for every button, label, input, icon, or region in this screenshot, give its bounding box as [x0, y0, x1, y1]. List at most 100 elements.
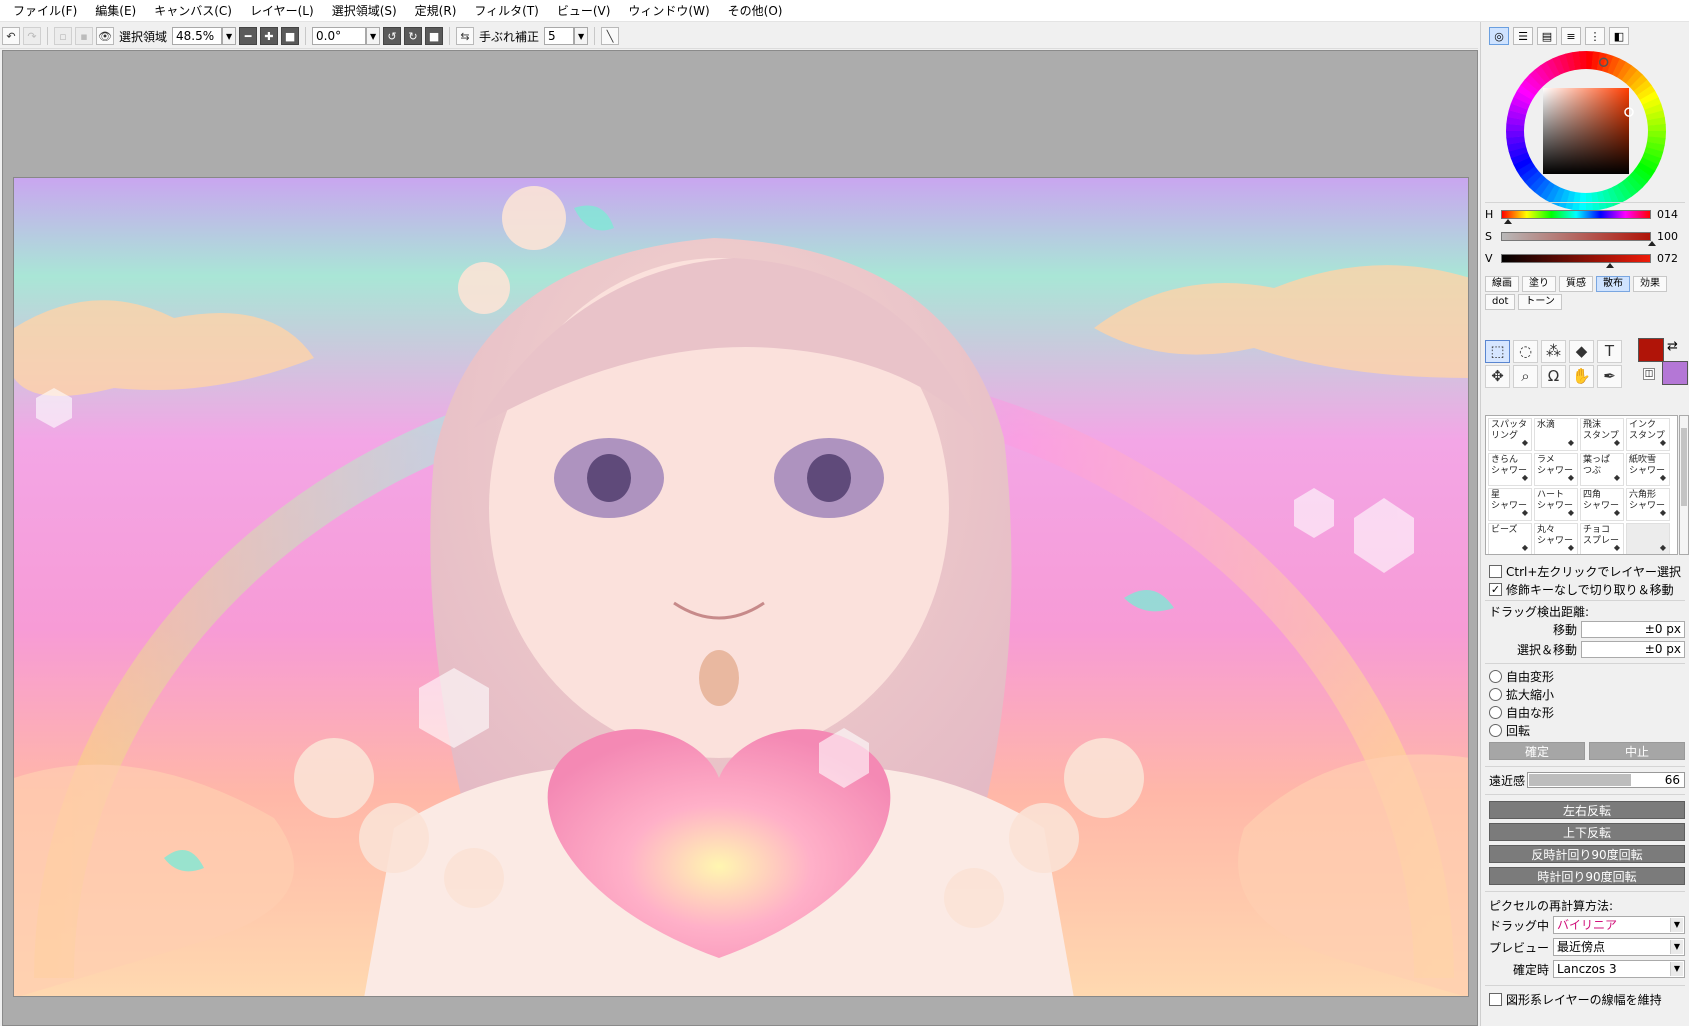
rect-select-tool[interactable]: ⬚: [1485, 340, 1510, 363]
zoom-tool[interactable]: ⌕: [1513, 365, 1538, 388]
brush-item[interactable]: 紙吹雪 シャワー: [1626, 453, 1670, 486]
preview-resample-select[interactable]: 最近傍点 ▼: [1553, 938, 1685, 956]
brush-item[interactable]: ビーズ: [1488, 523, 1532, 554]
brush-tab-effect[interactable]: 効果: [1633, 276, 1667, 292]
zoom-dropdown[interactable]: ▼: [222, 27, 237, 45]
brush-scrollbar[interactable]: [1679, 415, 1689, 555]
brush-item[interactable]: スパッタ リング: [1488, 418, 1532, 451]
menu-window[interactable]: ウィンドウ(W): [619, 0, 718, 22]
brush-item[interactable]: チョコ スプレー: [1580, 523, 1624, 554]
menu-edit[interactable]: 編集(E): [86, 0, 145, 22]
brush-item[interactable]: 丸々 シャワー: [1534, 523, 1578, 554]
color-wheel[interactable]: [1501, 46, 1671, 216]
scale-option[interactable]: 拡大縮小: [1489, 686, 1554, 703]
rotation-dropdown[interactable]: ▼: [366, 27, 381, 45]
brush-tab-dot[interactable]: dot: [1485, 294, 1516, 310]
flip-horizontal-button[interactable]: 左右反転: [1489, 801, 1685, 819]
modifier-checkbox[interactable]: ✓: [1489, 583, 1502, 596]
brush-tab-tone[interactable]: トーン: [1518, 294, 1562, 310]
zoom-field[interactable]: 48.5%: [172, 27, 223, 45]
dragging-resample-select[interactable]: バイリニア ▼: [1553, 916, 1685, 934]
rotate-option[interactable]: 回転: [1489, 722, 1530, 739]
hue-value[interactable]: 014: [1657, 208, 1678, 221]
menu-other[interactable]: その他(O): [719, 0, 792, 22]
color-wheel-tab[interactable]: ◎: [1489, 27, 1509, 45]
value-value[interactable]: 072: [1657, 252, 1678, 265]
scale-radio[interactable]: [1489, 688, 1502, 701]
menu-filter[interactable]: フィルタ(T): [465, 0, 547, 22]
perspective-slider[interactable]: 66: [1527, 772, 1685, 788]
saturation-value[interactable]: 100: [1657, 230, 1678, 243]
menu-ruler[interactable]: 定規(R): [406, 0, 466, 22]
text-tool[interactable]: T: [1597, 340, 1622, 363]
confirm-button[interactable]: 確定: [1489, 742, 1585, 760]
value-slider[interactable]: [1501, 253, 1651, 268]
zoom-in-button[interactable]: ✚: [260, 27, 279, 45]
flip-vertical-button[interactable]: 上下反転: [1489, 823, 1685, 841]
rotate-ccw-button[interactable]: ↺: [383, 27, 402, 45]
move-distance-field[interactable]: ±0 px: [1581, 621, 1685, 638]
cancel-button[interactable]: 中止: [1589, 742, 1685, 760]
brush-item[interactable]: 葉っぱ つぶ: [1580, 453, 1624, 486]
rotate-tool[interactable]: Ω: [1541, 365, 1566, 388]
brush-item[interactable]: 星 シャワー: [1488, 488, 1532, 521]
keep-stroke-option[interactable]: 図形系レイヤーの線幅を維持: [1489, 991, 1662, 1008]
rotation-field[interactable]: 0.0°: [312, 27, 367, 45]
select-move-distance-field[interactable]: ±0 px: [1581, 641, 1685, 658]
ctrl-click-option[interactable]: Ctrl+左クリックでレイヤー選択: [1489, 563, 1681, 580]
menu-file[interactable]: ファイル(F): [4, 0, 86, 22]
value-slider-thumb[interactable]: [1606, 262, 1614, 268]
brush-tab-texture[interactable]: 質感: [1559, 276, 1593, 292]
scrollbar-thumb[interactable]: [1681, 428, 1687, 506]
brush-item[interactable]: 六角形 シャワー: [1626, 488, 1670, 521]
brush-item[interactable]: きらん シャワー: [1488, 453, 1532, 486]
modifier-option[interactable]: ✓ 修飾キーなしで切り取り＆移動: [1489, 581, 1674, 598]
menu-selection[interactable]: 選択領域(S): [323, 0, 406, 22]
swatch-tab[interactable]: ≡: [1561, 27, 1581, 45]
free-transform-option[interactable]: 自由変形: [1489, 668, 1554, 685]
redo-button[interactable]: ↷: [23, 27, 41, 45]
stabilizer-field[interactable]: 5: [544, 27, 575, 45]
rotate-cw-button[interactable]: ↻: [404, 27, 423, 45]
rotate-radio[interactable]: [1489, 724, 1502, 737]
brush-item[interactable]: 水滴: [1534, 418, 1578, 451]
hue-slider-thumb[interactable]: [1504, 218, 1512, 224]
menu-canvas[interactable]: キャンバス(C): [145, 0, 241, 22]
selection-visibility-button[interactable]: 👁: [96, 27, 114, 45]
menu-layer[interactable]: レイヤー(L): [241, 0, 323, 22]
menu-view[interactable]: ビュー(V): [548, 0, 620, 22]
saturation-slider-thumb[interactable]: [1648, 240, 1656, 246]
brush-item[interactable]: 飛沫 スタンプ: [1580, 418, 1624, 451]
palette-tab[interactable]: ▤: [1537, 27, 1557, 45]
stabilizer-dropdown[interactable]: ▼: [574, 27, 589, 45]
brush-tab-lineart[interactable]: 線画: [1485, 276, 1519, 292]
scratchpad-tab[interactable]: ◧: [1609, 27, 1629, 45]
commit-resample-select[interactable]: Lanczos 3 ▼: [1553, 960, 1685, 978]
brush-tab-paint[interactable]: 塗り: [1522, 276, 1556, 292]
straight-line-button[interactable]: ╲: [601, 27, 620, 45]
brush-item[interactable]: ラメ シャワー: [1534, 453, 1578, 486]
zoom-reset-button[interactable]: ■: [281, 27, 300, 45]
brush-empty-slot[interactable]: [1626, 523, 1670, 554]
free-shape-radio[interactable]: [1489, 706, 1502, 719]
sub-color-swatch[interactable]: [1662, 361, 1688, 385]
eyedropper-tool[interactable]: ✒: [1597, 365, 1622, 388]
shape-tool[interactable]: ◆: [1569, 340, 1594, 363]
deselect-button[interactable]: ▫: [54, 27, 72, 45]
undo-button[interactable]: ↶: [2, 27, 20, 45]
hand-tool[interactable]: ✋: [1569, 365, 1594, 388]
magic-wand-tool[interactable]: ⁂: [1541, 340, 1566, 363]
move-tool[interactable]: ✥: [1485, 365, 1510, 388]
brush-tab-scatter[interactable]: 散布: [1596, 276, 1630, 292]
hue-slider[interactable]: [1501, 209, 1651, 224]
brush-item[interactable]: インク スタンプ: [1626, 418, 1670, 451]
rotate-ccw90-button[interactable]: 反時計回り90度回転: [1489, 845, 1685, 863]
rotation-reset-button[interactable]: ■: [425, 27, 444, 45]
rotate-cw90-button[interactable]: 時計回り90度回転: [1489, 867, 1685, 885]
zoom-out-button[interactable]: ━: [239, 27, 258, 45]
keep-stroke-checkbox[interactable]: [1489, 993, 1502, 1006]
canvas-area[interactable]: [2, 50, 1478, 1026]
artwork-canvas[interactable]: [13, 177, 1469, 997]
invert-selection-button[interactable]: ▪: [75, 27, 93, 45]
brush-item[interactable]: 四角 シャワー: [1580, 488, 1624, 521]
